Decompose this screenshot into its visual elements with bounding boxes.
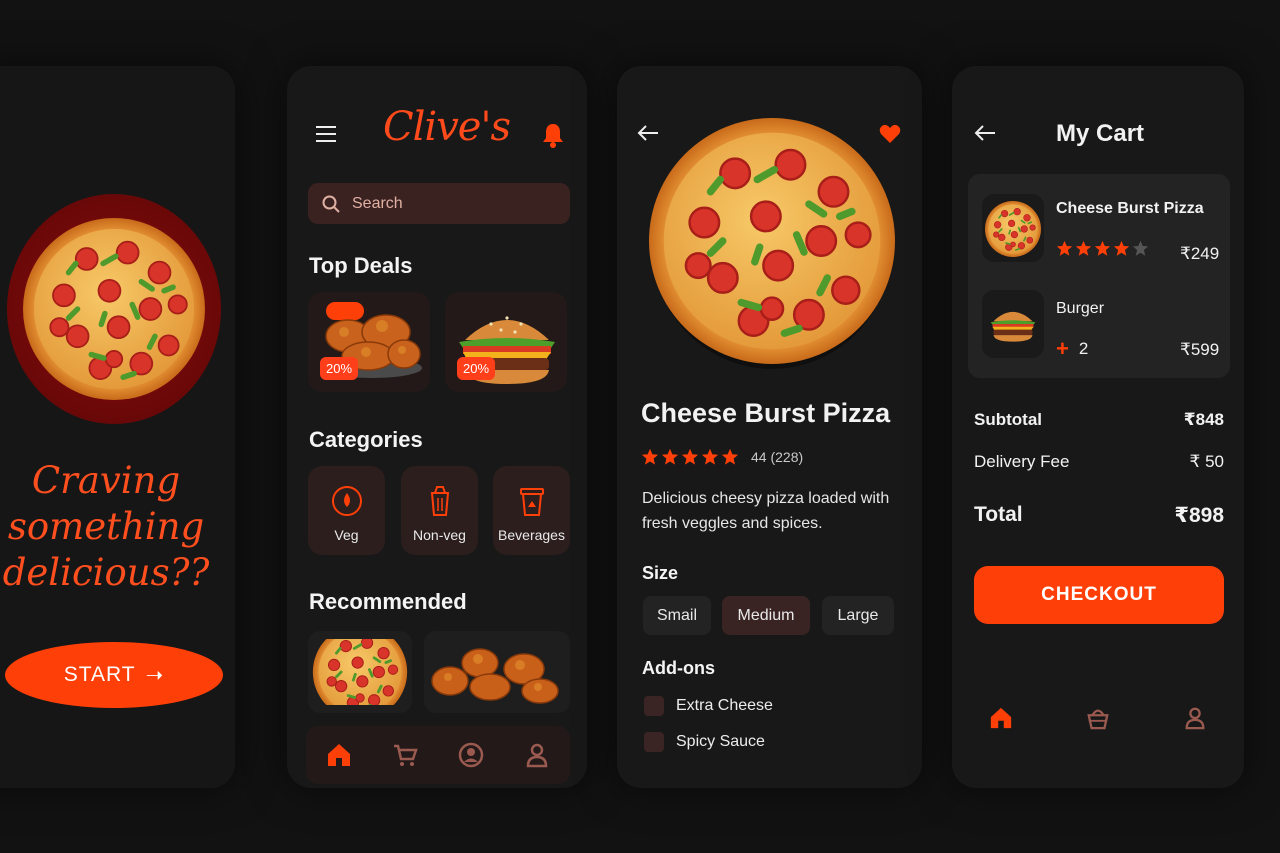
beverage-cup-icon	[519, 488, 544, 516]
category-veg[interactable]: Veg	[308, 466, 385, 555]
recommended-pizza-card[interactable]	[308, 631, 412, 713]
addons-title: Add-ons	[642, 658, 715, 678]
cart-item-thumb	[982, 194, 1044, 262]
top-deals-title: Top Deals	[309, 253, 413, 278]
product-description: Delicious cheesy pizza loaded with fresh…	[642, 490, 890, 532]
subtotal-value: ₹848	[1183, 410, 1224, 429]
star-icon	[701, 448, 719, 465]
deal-badge: 20%	[320, 357, 359, 380]
home-icon[interactable]	[326, 742, 352, 768]
basket-icon[interactable]	[1086, 706, 1110, 730]
addon-checkbox[interactable]	[644, 696, 664, 716]
home-icon[interactable]	[989, 706, 1013, 730]
size-option-medium[interactable]: Medium	[722, 596, 810, 635]
star-icon	[1075, 240, 1092, 256]
star-icon	[1132, 240, 1149, 256]
cart-items: Cheese Burst Pizza ₹249 Burger + 2 ₹599	[968, 174, 1230, 378]
subtotal-label: Subtotal	[974, 410, 1042, 429]
addon-checkbox[interactable]	[644, 732, 664, 752]
menu-icon[interactable]	[316, 126, 336, 142]
cart-item-thumb	[982, 290, 1044, 358]
addon-label: Extra Cheese	[676, 697, 773, 714]
recommended-title: Recommended	[309, 589, 467, 614]
pizza-image	[985, 201, 1041, 257]
quantity-stepper: + 2	[1056, 336, 1088, 362]
category-label: Non-veg	[413, 527, 466, 543]
cart-item-name: Cheese Burst Pizza	[1056, 200, 1204, 217]
addon-label: Spicy Sauce	[676, 733, 765, 750]
star-icon	[721, 448, 739, 465]
intro-screen: Craving something delicious?? START ➝	[0, 66, 235, 788]
start-label: START	[63, 663, 136, 686]
star-icon	[641, 448, 659, 465]
categories-title: Categories	[309, 427, 423, 452]
arrow-right-icon: ➝	[145, 663, 165, 687]
bottom-nav	[306, 726, 570, 784]
addon-extra-cheese[interactable]: Extra Cheese	[644, 696, 773, 716]
star-icon	[1094, 240, 1111, 256]
delivery-fee-value: ₹ 50	[1189, 452, 1224, 471]
quantity-value: 2	[1078, 339, 1089, 358]
pizza-image	[23, 214, 205, 404]
cart-icon[interactable]	[392, 742, 418, 768]
size-option-large[interactable]: Large	[822, 596, 894, 635]
cart-item-name: Burger	[1056, 300, 1105, 317]
category-label: Veg	[334, 527, 359, 543]
addon-spicy-sauce[interactable]: Spicy Sauce	[644, 732, 765, 752]
rating-text: 44 (228)	[751, 449, 804, 465]
product-title: Cheese Burst Pizza	[641, 398, 891, 428]
user-icon[interactable]	[524, 742, 550, 768]
deal-badge: 20%	[457, 357, 496, 380]
burger-image	[990, 311, 1036, 342]
page-title: My Cart	[1056, 120, 1145, 147]
deal-card-burger[interactable]: 20%	[445, 292, 567, 392]
bell-icon[interactable]	[541, 122, 565, 148]
category-label: Beverages	[498, 527, 565, 543]
delivery-fee-row: Delivery Fee ₹ 50	[974, 452, 1224, 472]
rating-stars	[641, 448, 739, 466]
home-screen: Clive's Top Deals 20%	[287, 66, 587, 788]
size-title: Size	[642, 563, 679, 583]
pizza-image	[649, 112, 895, 369]
subtotal-row: Subtotal ₹848	[974, 410, 1224, 430]
pizza-image	[312, 639, 408, 705]
total-label: Total	[974, 503, 1023, 526]
search-input[interactable]	[350, 193, 554, 214]
cart-screen: My Cart Cheese Burst Pizza ₹249 Burger +…	[952, 66, 1244, 788]
star-icon	[681, 448, 699, 465]
intro-headline: Craving something delicious??	[2, 459, 210, 594]
rating-row: 44 (228)	[641, 448, 803, 466]
fried-chicken-image	[431, 648, 559, 704]
size-option-small[interactable]: Smail	[643, 596, 711, 635]
plus-icon[interactable]: +	[1056, 336, 1069, 362]
veg-drop-icon	[331, 486, 362, 516]
total-value: ₹898	[1174, 504, 1224, 527]
profile-circle-icon[interactable]	[458, 742, 484, 768]
total-row: Total ₹898	[974, 503, 1224, 528]
non-veg-cup-icon	[430, 486, 449, 516]
cart-item-stars	[1056, 240, 1149, 257]
delivery-fee-label: Delivery Fee	[974, 452, 1070, 471]
checkout-button[interactable]: CHECKOUT	[974, 566, 1224, 624]
cart-item-price: ₹249	[1180, 244, 1220, 263]
search-bar[interactable]	[308, 183, 570, 224]
deal-card-chicken[interactable]: 20%	[308, 292, 430, 392]
star-icon	[1056, 240, 1073, 256]
star-icon	[661, 448, 679, 465]
recommended-chicken-card[interactable]	[424, 631, 570, 713]
search-icon	[322, 195, 340, 213]
category-non-veg[interactable]: Non-veg	[401, 466, 478, 555]
detail-screen: Cheese Burst Pizza 44 (228) Delicious ch…	[617, 66, 922, 788]
brand-logo: Clive's	[383, 104, 511, 150]
start-button[interactable]: START ➝	[5, 642, 223, 708]
bottom-nav	[952, 706, 1244, 730]
user-icon[interactable]	[1183, 706, 1207, 730]
back-arrow-icon[interactable]	[974, 124, 996, 142]
category-beverages[interactable]: Beverages	[493, 466, 570, 555]
cart-item-price: ₹599	[1180, 340, 1220, 359]
star-icon	[1113, 240, 1130, 256]
